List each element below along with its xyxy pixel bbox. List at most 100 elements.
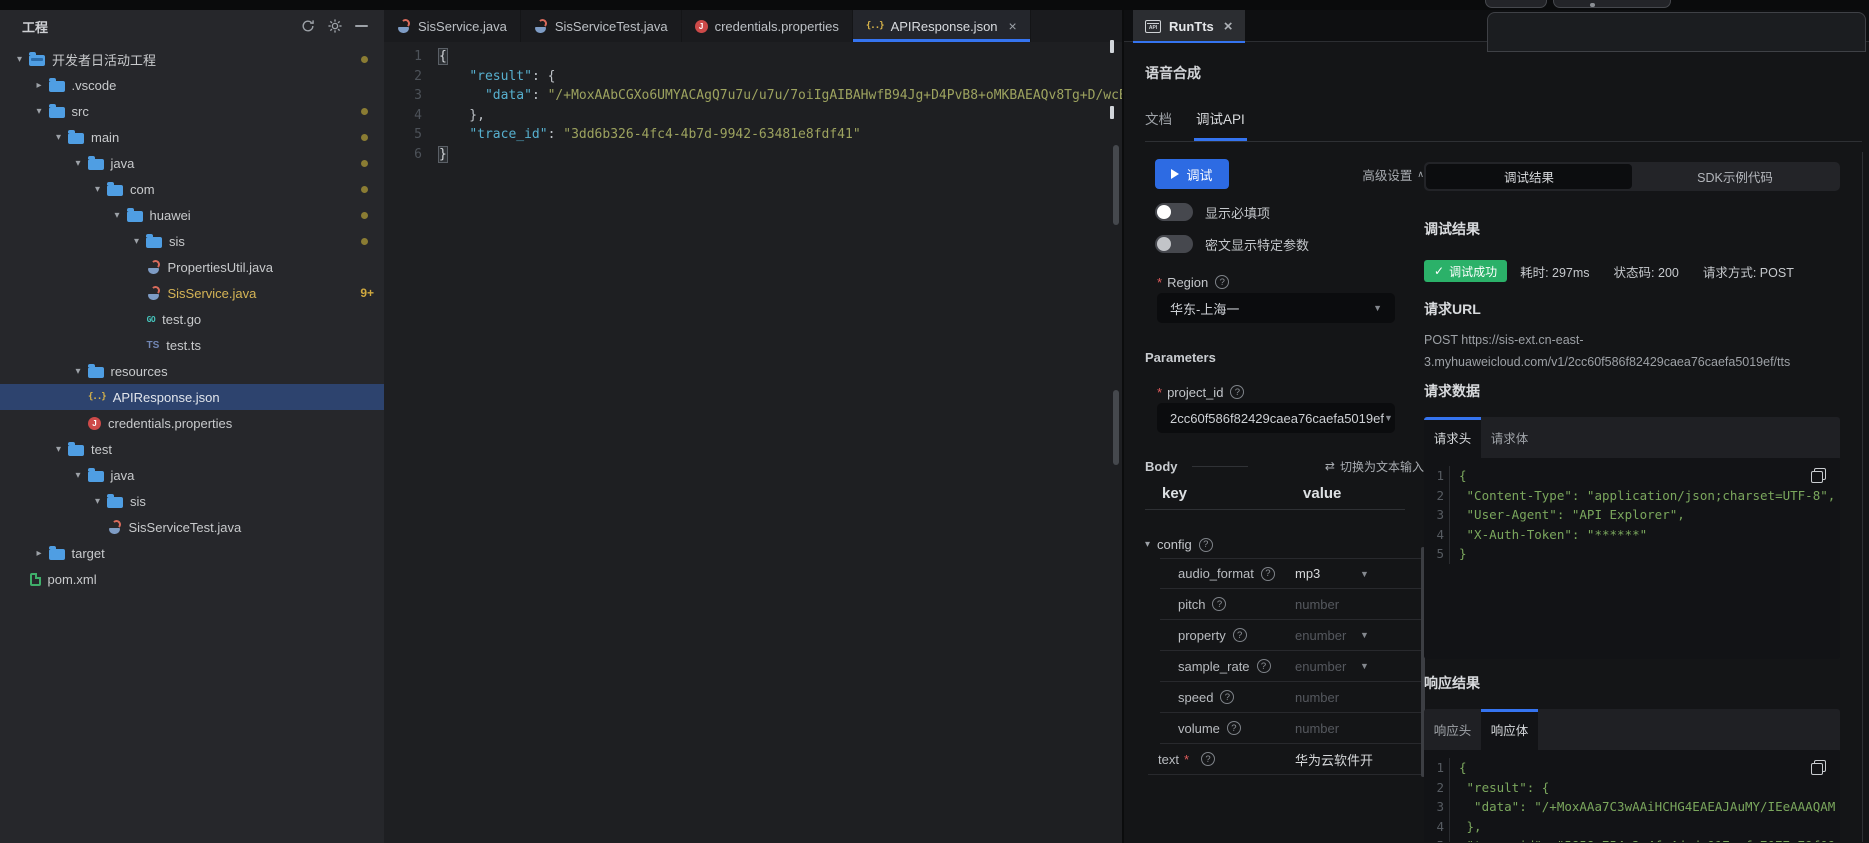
editor-tab-SisService.java[interactable]: SisService.java <box>384 10 521 42</box>
tab-调试API[interactable]: 调试API <box>1194 108 1247 141</box>
help-icon[interactable]: ? <box>1226 721 1241 735</box>
change-count-badge: 9+ <box>360 286 374 300</box>
editor-code[interactable]: 1{2 "result": {3 "data": "/+MoxAAbCGXo6U… <box>384 42 1122 164</box>
json-icon: {..} <box>865 21 885 31</box>
minimize-icon[interactable] <box>355 25 368 27</box>
divider <box>1145 509 1405 510</box>
help-icon[interactable]: ? <box>1256 659 1271 673</box>
copy-icon[interactable] <box>1811 468 1826 483</box>
text-field-row[interactable]: text * ? 华为云软件开 <box>1148 744 1421 775</box>
tree-item-开发者日活动工程[interactable]: ▾ 开发者日活动工程 <box>0 46 384 72</box>
config-field-volume[interactable]: volume? number <box>1160 713 1421 744</box>
region-select[interactable]: 华东-上海一 ▼ <box>1157 293 1395 323</box>
toggle-switch[interactable] <box>1155 203 1193 221</box>
tree-item-label: java <box>110 155 135 171</box>
tree-item-PropertiesUtil.java[interactable]: PropertiesUtil.java <box>0 254 384 280</box>
tree-item-label: APIResponse.json <box>112 389 220 405</box>
project-id-select[interactable]: 2cc60f586f82429caea76caefa5019ef ▼ <box>1157 403 1395 433</box>
tree-item-huawei[interactable]: ▾ huawei <box>0 202 384 228</box>
config-field-audio_format[interactable]: audio_format? mp3 ▼ <box>1160 558 1421 589</box>
close-icon[interactable]: × <box>1224 18 1233 35</box>
gear-icon[interactable] <box>328 19 342 33</box>
config-group-row[interactable]: ▾ config ? <box>1145 537 1424 552</box>
tree-item-main[interactable]: ▾ main <box>0 124 384 150</box>
chevron-right-icon[interactable]: ▸ <box>30 548 49 559</box>
tree-item-sis[interactable]: ▾ sis <box>0 488 384 514</box>
help-icon[interactable]: ? <box>1198 537 1213 552</box>
help-icon[interactable]: ? <box>1230 385 1245 399</box>
tree-item-SisService.java[interactable]: SisService.java 9+ <box>0 280 384 306</box>
result-view-tabs: 调试结果 SDK示例代码 <box>1424 162 1840 191</box>
editor-tab-credentials.properties[interactable]: Jcredentials.properties <box>682 10 853 42</box>
help-icon[interactable]: ? <box>1215 275 1230 289</box>
copy-icon[interactable] <box>1811 760 1826 775</box>
tree-item-label: .vscode <box>71 77 117 93</box>
panel-right-border <box>1862 152 1863 842</box>
editor-tab-label: SisService.java <box>418 18 507 34</box>
chevron-down-icon[interactable]: ▾ <box>69 470 88 481</box>
tree-item-test.go[interactable]: GO test.go <box>0 306 384 332</box>
modified-dot <box>361 56 368 63</box>
response-tab-响应体[interactable]: 响应体 <box>1481 709 1538 750</box>
tree-item-target[interactable]: ▸ target <box>0 540 384 566</box>
switch-text-input-link[interactable]: ⇄ 切换为文本输入 <box>1325 458 1424 475</box>
editor-tab-SisServiceTest.java[interactable]: SisServiceTest.java <box>521 10 682 42</box>
tree-item-test[interactable]: ▾ test <box>0 436 384 462</box>
help-icon[interactable]: ? <box>1212 597 1227 611</box>
debug-button[interactable]: 调试 <box>1155 159 1229 189</box>
chevron-down-icon[interactable]: ▾ <box>30 106 49 117</box>
chevron-down-icon[interactable]: ▾ <box>49 444 68 455</box>
tree-item-java[interactable]: ▾ java <box>0 150 384 176</box>
tab-文档[interactable]: 文档 <box>1145 108 1172 141</box>
tab-runtts[interactable]: API RunTts × <box>1133 10 1245 43</box>
chevron-down-icon[interactable]: ▾ <box>69 158 88 169</box>
config-field-pitch[interactable]: pitch? number <box>1160 589 1421 620</box>
tree-item-label: target <box>71 545 105 561</box>
tree-item-src[interactable]: ▾ src <box>0 98 384 124</box>
close-icon[interactable]: × <box>1009 18 1017 34</box>
refresh-icon[interactable] <box>301 19 315 33</box>
prop-icon: J <box>694 19 708 33</box>
config-field-speed[interactable]: speed? number <box>1160 682 1421 713</box>
tree-item-pom.xml[interactable]: pom.xml <box>0 566 384 592</box>
editor-scrollbar[interactable] <box>1113 390 1119 465</box>
help-icon[interactable]: ? <box>1201 752 1216 766</box>
view-tab-SDK示例代码[interactable]: SDK示例代码 <box>1632 164 1838 189</box>
chevron-down-icon[interactable]: ▾ <box>10 54 29 65</box>
tree-item-APIResponse.json[interactable]: {..} APIResponse.json <box>0 384 384 410</box>
response-tab-响应头[interactable]: 响应头 <box>1424 709 1481 750</box>
request-tab-请求头[interactable]: 请求头 <box>1424 417 1481 458</box>
chevron-right-icon[interactable]: ▸ <box>30 80 49 91</box>
tree-item-sis[interactable]: ▾ sis <box>0 228 384 254</box>
chevron-down-icon[interactable]: ▾ <box>108 210 127 221</box>
line-number: 2 <box>1424 485 1450 505</box>
request-url: POST https://sis-ext.cn-east- 3.myhuawei… <box>1424 333 1791 369</box>
tree-item-credentials.properties[interactable]: Jcredentials.properties <box>0 410 384 436</box>
view-tab-调试结果[interactable]: 调试结果 <box>1426 164 1632 189</box>
editor-tab-label: APIResponse.json <box>890 18 998 34</box>
tree-item-.vscode[interactable]: ▸ .vscode <box>0 72 384 98</box>
request-tab-请求体[interactable]: 请求体 <box>1481 417 1538 458</box>
tree-item-test.ts[interactable]: TS test.ts <box>0 332 384 358</box>
chevron-down-icon[interactable]: ▾ <box>49 132 68 143</box>
help-icon[interactable]: ? <box>1232 628 1247 642</box>
line-number: 3 <box>1424 797 1450 817</box>
chevron-down-icon[interactable]: ▾ <box>127 236 146 247</box>
code-line: 2 "result": { <box>1424 777 1840 797</box>
editor-tab-APIResponse.json[interactable]: {..} APIResponse.json × <box>852 10 1031 42</box>
chevron-down-icon[interactable]: ▾ <box>69 366 88 377</box>
required-star: * <box>1157 384 1163 400</box>
tree-item-java[interactable]: ▾ java <box>0 462 384 488</box>
tree-item-SisServiceTest.java[interactable]: SisServiceTest.java <box>0 514 384 540</box>
help-icon[interactable]: ? <box>1220 690 1235 704</box>
config-field-property[interactable]: property? enumber ▼ <box>1160 620 1421 651</box>
advanced-settings-link[interactable]: 高级设置 ∧ <box>1362 165 1424 184</box>
chevron-down-icon[interactable]: ▾ <box>88 496 107 507</box>
help-icon[interactable]: ? <box>1260 566 1275 581</box>
editor-scrollbar[interactable] <box>1113 145 1119 225</box>
toggle-switch[interactable] <box>1155 235 1193 253</box>
config-field-sample_rate[interactable]: sample_rate? enumber ▼ <box>1160 651 1421 682</box>
tree-item-com[interactable]: ▾ com <box>0 176 384 202</box>
chevron-down-icon[interactable]: ▾ <box>88 184 107 195</box>
tree-item-resources[interactable]: ▾ resources <box>0 358 384 384</box>
